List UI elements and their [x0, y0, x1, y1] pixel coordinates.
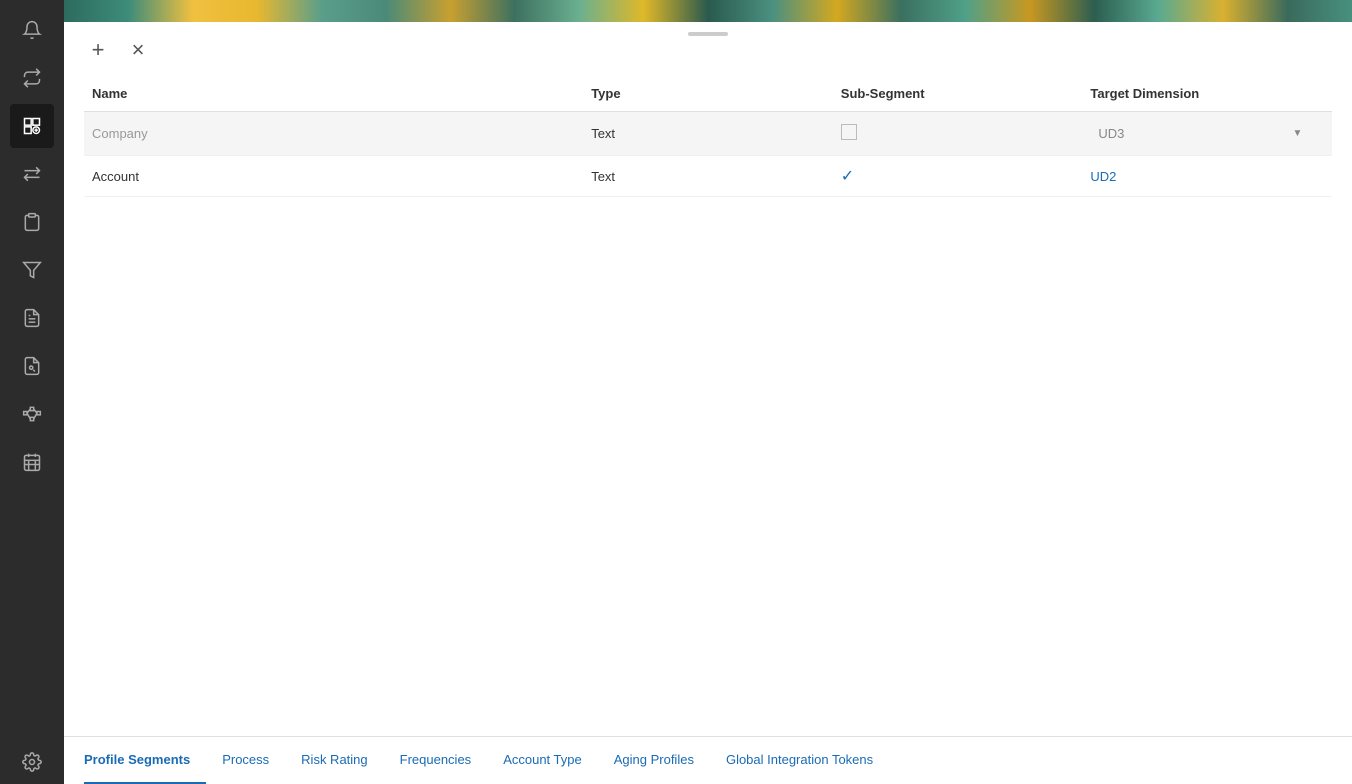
sub-segment-checkbox-inactive[interactable]	[841, 124, 857, 140]
tab-account-type[interactable]: Account Type	[487, 737, 598, 784]
add-button[interactable]: +	[84, 36, 112, 64]
bottom-tabs: Profile SegmentsProcessRisk RatingFreque…	[64, 736, 1352, 784]
filter-icon[interactable]	[10, 248, 54, 292]
top-banner	[64, 0, 1352, 22]
table-container: Name Type Sub-Segment Target Dimension T…	[64, 76, 1352, 736]
bell-icon[interactable]	[10, 8, 54, 52]
tab-risk-rating[interactable]: Risk Rating	[285, 737, 383, 784]
table-row: Account Text ✓ UD2	[84, 156, 1332, 197]
clipboard-icon[interactable]	[10, 200, 54, 244]
sub-segment-cell[interactable]	[833, 112, 1083, 156]
transfer-icon[interactable]	[10, 152, 54, 196]
hierarchy-icon[interactable]	[10, 392, 54, 436]
drag-handle[interactable]	[688, 32, 728, 36]
col-name: Name	[84, 76, 583, 112]
remove-button[interactable]: ×	[124, 36, 152, 64]
tab-process[interactable]: Process	[206, 737, 285, 784]
settings-gear-icon[interactable]	[10, 740, 54, 784]
type-cell: Text	[583, 112, 833, 156]
sub-segment-checkbox-active[interactable]: ✓	[841, 168, 854, 185]
tab-frequencies[interactable]: Frequencies	[384, 737, 488, 784]
tab-aging-profiles[interactable]: Aging Profiles	[598, 737, 710, 784]
sub-segment-cell[interactable]: ✓	[833, 156, 1083, 197]
target-dimension-cell[interactable]: UD3▼	[1082, 112, 1332, 156]
tab-profile-segments[interactable]: Profile Segments	[84, 737, 206, 784]
sidebar	[0, 0, 64, 784]
grid-calendar-icon[interactable]	[10, 440, 54, 484]
profile-config-icon[interactable]	[10, 104, 54, 148]
report-view-icon[interactable]	[10, 344, 54, 388]
tab-global-integration-tokens[interactable]: Global Integration Tokens	[710, 737, 889, 784]
segments-table: Name Type Sub-Segment Target Dimension T…	[84, 76, 1332, 197]
name-input[interactable]	[92, 126, 575, 141]
col-type: Type	[583, 76, 833, 112]
target-dimension-cell[interactable]: UD2	[1082, 156, 1332, 197]
content-area: + × Name Type Sub-Segment Target Dimensi…	[64, 22, 1352, 784]
name-cell: Account	[92, 169, 139, 184]
target-dimension-link[interactable]: UD2	[1090, 169, 1116, 184]
toolbar: + ×	[64, 22, 1352, 76]
col-target-dimension: Target Dimension	[1082, 76, 1332, 112]
table-row: Text UD3▼	[84, 112, 1332, 156]
type-cell: Text	[583, 156, 833, 197]
col-sub-segment: Sub-Segment	[833, 76, 1083, 112]
main-content: + × Name Type Sub-Segment Target Dimensi…	[64, 0, 1352, 784]
target-dimension-select[interactable]: UD3▼	[1090, 122, 1310, 145]
refresh-icon[interactable]	[10, 56, 54, 100]
document-lines-icon[interactable]	[10, 296, 54, 340]
